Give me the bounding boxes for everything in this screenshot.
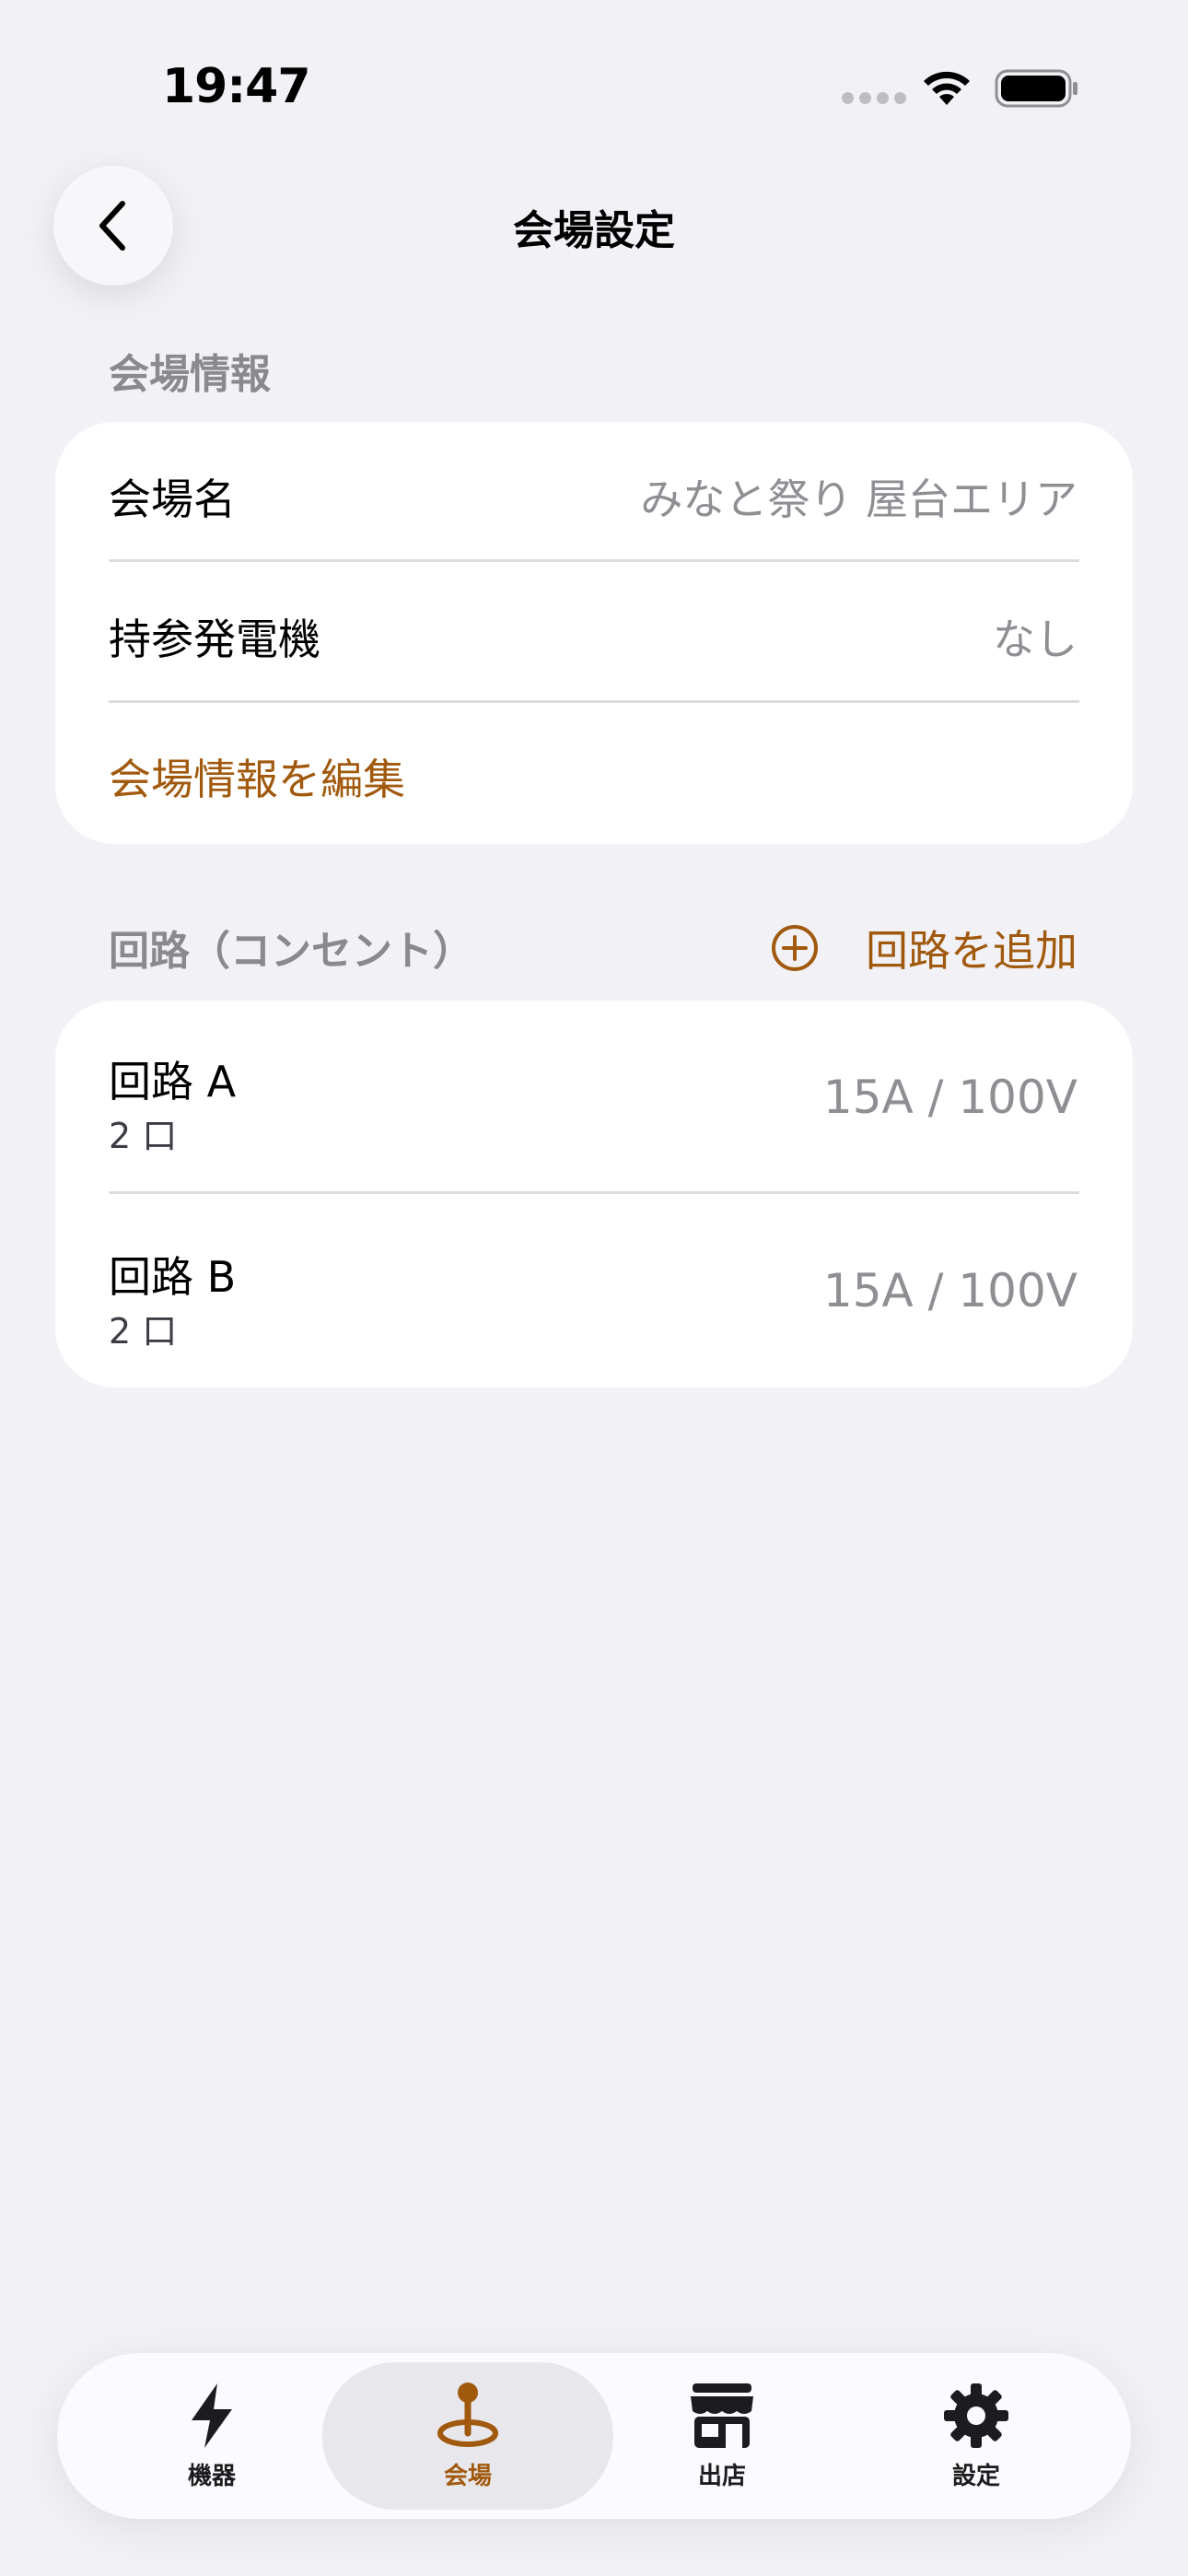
plus-circle-icon xyxy=(772,925,818,971)
status-bar: 19:47 xyxy=(0,0,1188,175)
tab-venue[interactable]: 会場 xyxy=(322,2362,613,2510)
status-time: 19:47 xyxy=(162,59,311,114)
map-pin-icon xyxy=(437,2382,498,2447)
circuit-outlets: 2 口 xyxy=(109,1311,178,1352)
edit-venue-info-link[interactable]: 会場情報を編集 xyxy=(109,746,405,807)
add-circuit-label: 回路を追加 xyxy=(866,926,1077,976)
generator-value: なし xyxy=(993,615,1077,664)
venue-name-row[interactable]: 会場名 みなと祭り 屋台エリア xyxy=(55,422,1133,562)
tab-label: 機器 xyxy=(187,2462,236,2490)
circuit-name: 回路 B xyxy=(109,1252,237,1302)
venue-info-header: 会場情報 xyxy=(109,351,271,398)
divider xyxy=(109,700,1079,703)
page-title: 会場設定 xyxy=(513,207,675,254)
tab-label: 出店 xyxy=(697,2462,746,2490)
tab-devices[interactable]: 機器 xyxy=(85,2362,339,2510)
venue-name-label: 会場名 xyxy=(109,474,236,524)
gear-icon xyxy=(944,2383,1008,2448)
tab-settings[interactable]: 設定 xyxy=(849,2362,1103,2510)
add-circuit-button[interactable]: 回路を追加 xyxy=(770,918,1077,978)
cellular-signal-icon xyxy=(842,92,906,104)
tab-bar: 機器 会場 出店 設定 xyxy=(57,2353,1131,2519)
circuits-card: 回路 A 2 口 15A / 100V 回路 B 2 口 15A / 100V xyxy=(55,1001,1133,1388)
battery-icon xyxy=(995,69,1077,108)
circuits-header: 回路（コンセント） xyxy=(109,928,473,975)
generator-row[interactable]: 持参発電機 なし xyxy=(55,562,1133,702)
circuit-name: 回路 A xyxy=(109,1057,237,1107)
tab-label: 会場 xyxy=(443,2462,492,2490)
tab-shop[interactable]: 出店 xyxy=(595,2362,849,2510)
circuit-spec: 15A / 100V xyxy=(822,1264,1077,1317)
circuit-row[interactable]: 回路 B 2 口 15A / 100V xyxy=(55,1194,1133,1388)
wifi-icon xyxy=(924,71,970,105)
circuit-spec: 15A / 100V xyxy=(822,1071,1077,1124)
bolt-icon xyxy=(192,2383,232,2448)
venue-info-card: 会場名 みなと祭り 屋台エリア 持参発電機 なし 会場情報を編集 xyxy=(55,422,1133,844)
generator-label: 持参発電機 xyxy=(109,615,320,664)
storefront-icon xyxy=(691,2383,753,2448)
tab-label: 設定 xyxy=(951,2462,1000,2490)
circuit-outlets: 2 口 xyxy=(109,1116,178,1156)
circuit-row[interactable]: 回路 A 2 口 15A / 100V xyxy=(55,1001,1133,1194)
venue-settings-screen: 19:47 会場設定 会場情報 会場名 みなと祭り 屋台エリア 持参発電機 なし… xyxy=(0,0,1188,2576)
venue-name-value: みなと祭り 屋台エリア xyxy=(640,474,1077,524)
